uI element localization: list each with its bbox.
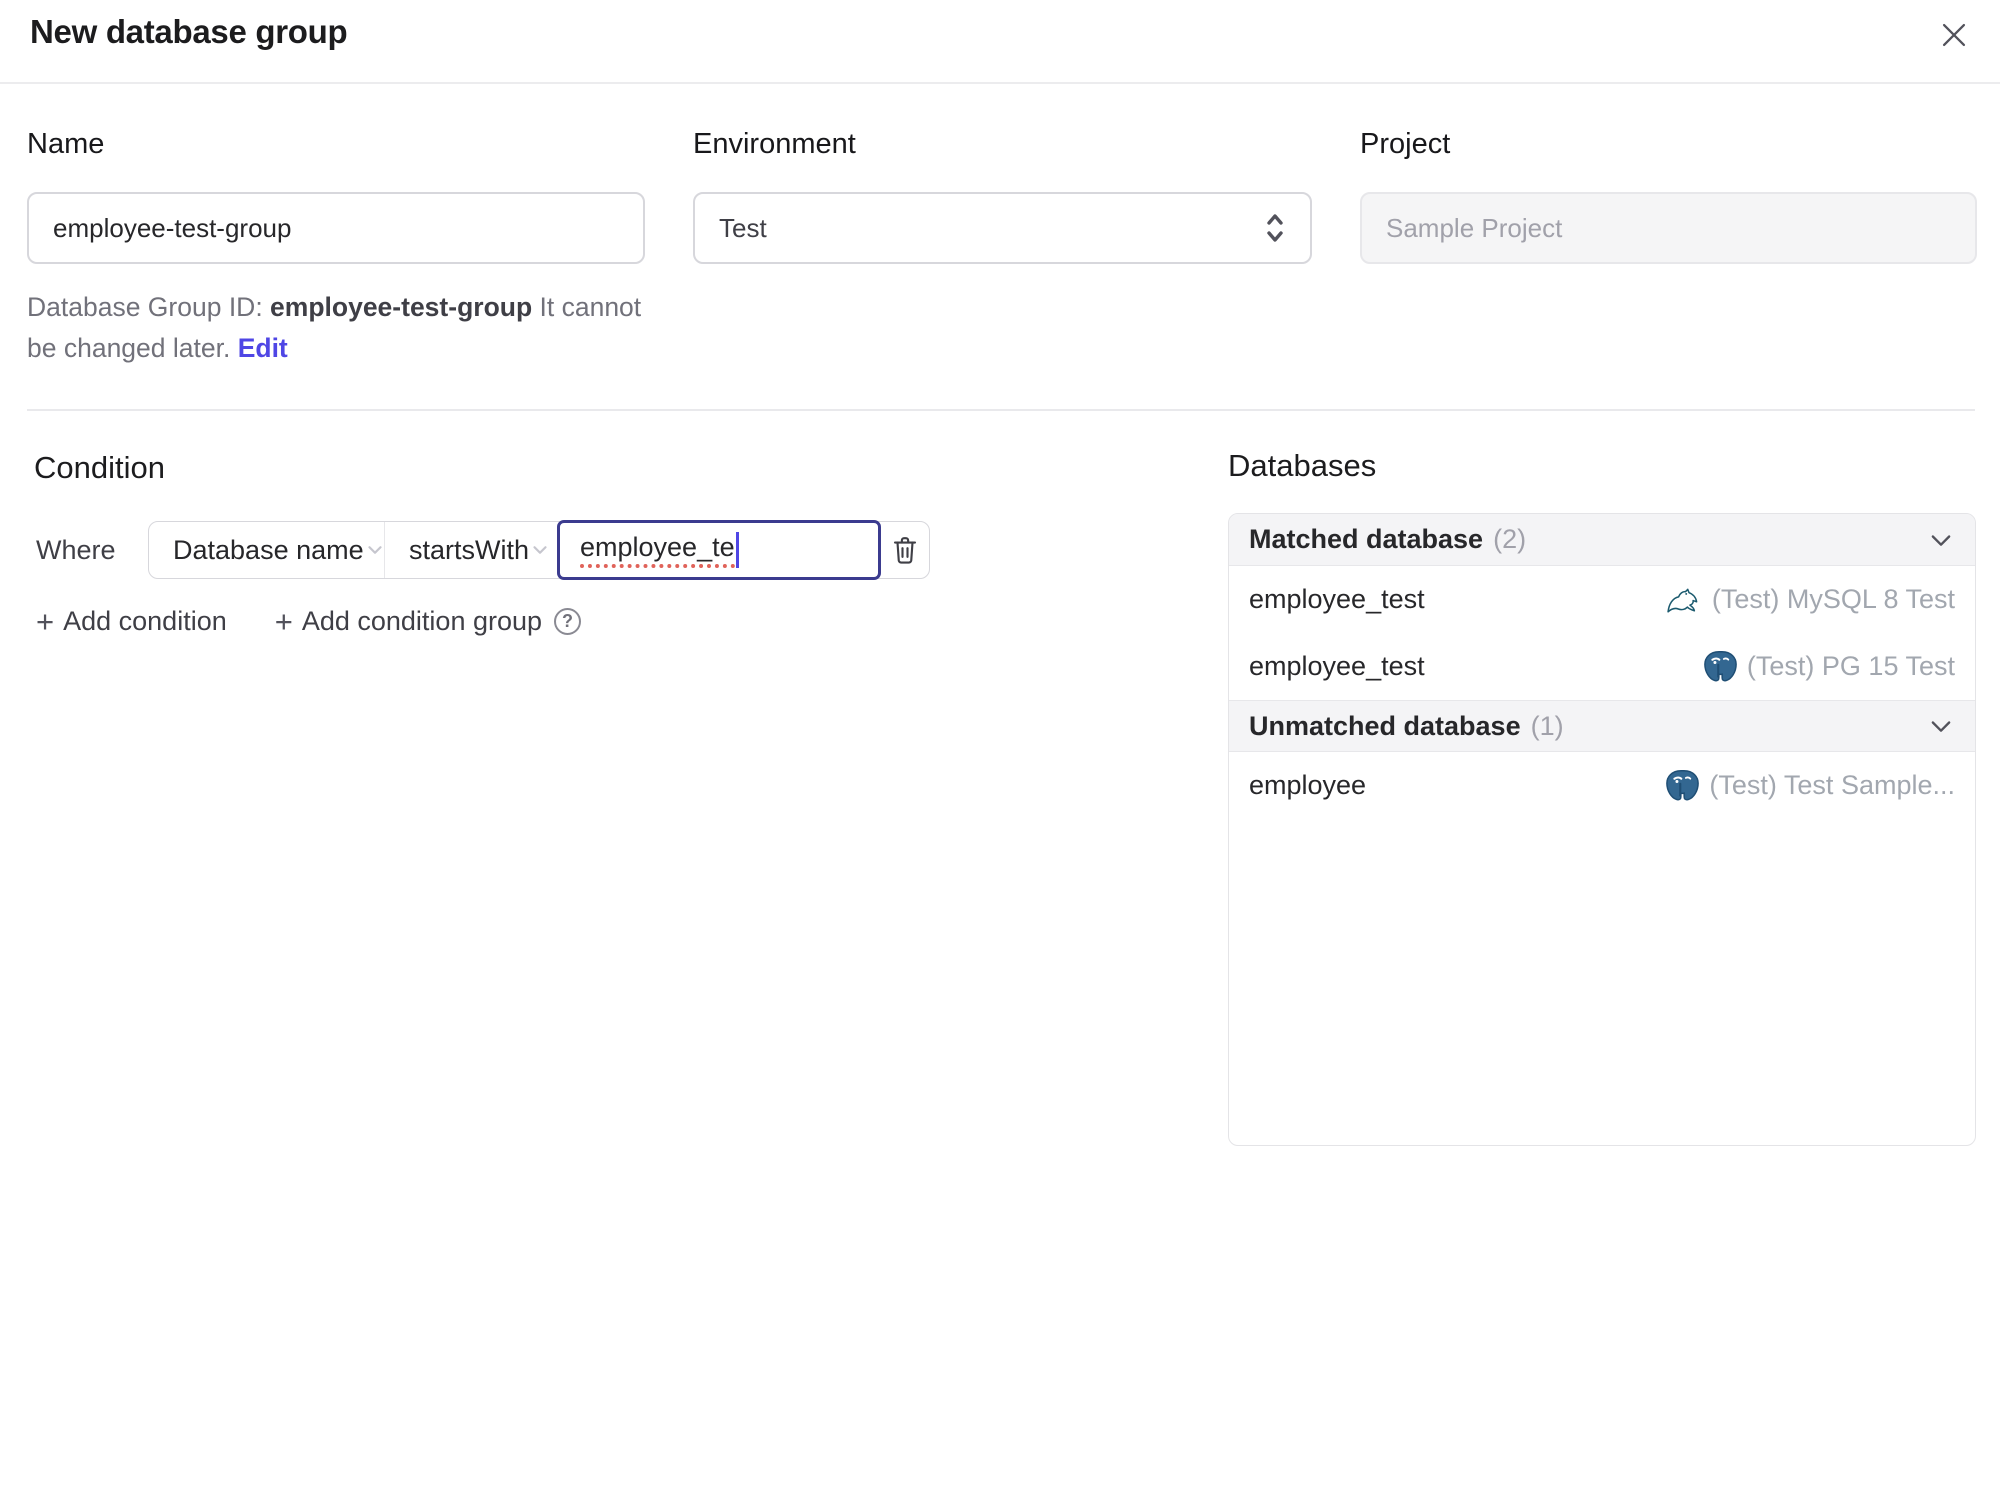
instance-label: (Test) Test Sample... [1709,770,1955,800]
database-row: employee (Test) Test Sample... [1229,752,1975,819]
trash-icon [893,537,917,564]
databases-panel: Matched database (2) employee_test (Test… [1228,513,1976,1146]
database-name: employee [1249,770,1367,800]
condition-field-value: Database name [173,534,364,565]
close-icon [1942,23,1966,47]
section-divider [27,409,1975,411]
condition-heading: Condition [34,450,165,485]
plus-icon: + [274,604,293,639]
environment-select[interactable]: Test [693,192,1312,264]
add-condition-button[interactable]: + Add condition [36,606,227,637]
chevron-down-icon [368,546,382,554]
database-name: employee_test [1249,584,1425,614]
new-database-group-dialog: New database group Name Environment Test… [0,0,2000,1500]
databases-heading: Databases [1228,448,1377,483]
add-condition-group-button[interactable]: + Add condition group [275,606,542,637]
postgresql-icon [1666,769,1700,800]
database-name: employee_test [1249,651,1425,681]
add-condition-label: Add condition [63,606,227,636]
group-id-value: employee-test-group [270,292,533,322]
database-row: employee_test (Test) PG 15 Test [1229,633,1975,700]
chevron-down-icon [1931,534,1951,546]
text-cursor [735,532,739,568]
condition-builder: Database name startsWith employee_te [148,520,930,580]
environment-field-group: Environment Test [693,128,1312,264]
dialog-header: New database group [0,0,2000,84]
where-label: Where [36,534,116,565]
condition-operator-value: startsWith [409,534,530,565]
condition-actions: + Add condition + Add condition group ? [36,606,582,637]
matched-database-count: (2) [1493,524,1527,554]
matched-database-title: Matched database [1249,524,1484,554]
chevron-down-icon [1931,721,1951,732]
condition-value-text: employee_te [580,532,735,568]
add-condition-group-label: Add condition group [301,606,543,636]
mysql-icon [1667,588,1698,613]
condition-operator-select[interactable]: startsWith [385,522,557,578]
instance-info: (Test) Test Sample... [1663,768,1955,804]
condition-row: Where Database name startsWith employee_… [36,520,930,580]
condition-field-select[interactable]: Database name [149,522,385,578]
help-icon[interactable]: ? [554,608,582,635]
database-row: employee_test (Test) MySQL 8 Test [1229,566,1975,633]
edit-group-id-link[interactable]: Edit [238,333,288,363]
plus-icon: + [36,604,55,639]
chevron-down-icon [533,546,547,554]
matched-database-header[interactable]: Matched database (2) [1229,514,1975,566]
unmatched-database-count: (1) [1530,710,1564,741]
project-input [1360,192,1977,264]
group-id-prefix: Database Group ID: [27,292,271,322]
delete-condition-button[interactable] [881,522,929,578]
name-field-group: Name [27,128,645,264]
environment-label: Environment [693,128,856,160]
project-field-group: Project [1360,128,1977,264]
unmatched-database-header[interactable]: Unmatched database (1) [1229,700,1975,752]
group-id-helper: Database Group ID: employee-test-group I… [27,287,677,369]
instance-label: (Test) PG 15 Test [1746,651,1955,681]
unmatched-database-title: Unmatched database [1249,710,1521,741]
project-label: Project [1360,128,1451,160]
select-updown-icon [1267,214,1283,242]
name-label: Name [27,128,105,160]
name-input[interactable] [27,192,645,264]
postgresql-icon [1704,650,1737,681]
close-button[interactable] [1932,13,1976,57]
instance-label: (Test) MySQL 8 Test [1711,584,1955,614]
environment-selected-value: Test [719,212,767,243]
instance-info: (Test) MySQL 8 Test [1666,582,1955,618]
page-title: New database group [30,13,348,50]
instance-info: (Test) PG 15 Test [1701,649,1955,685]
condition-value-input[interactable]: employee_te [557,520,881,580]
